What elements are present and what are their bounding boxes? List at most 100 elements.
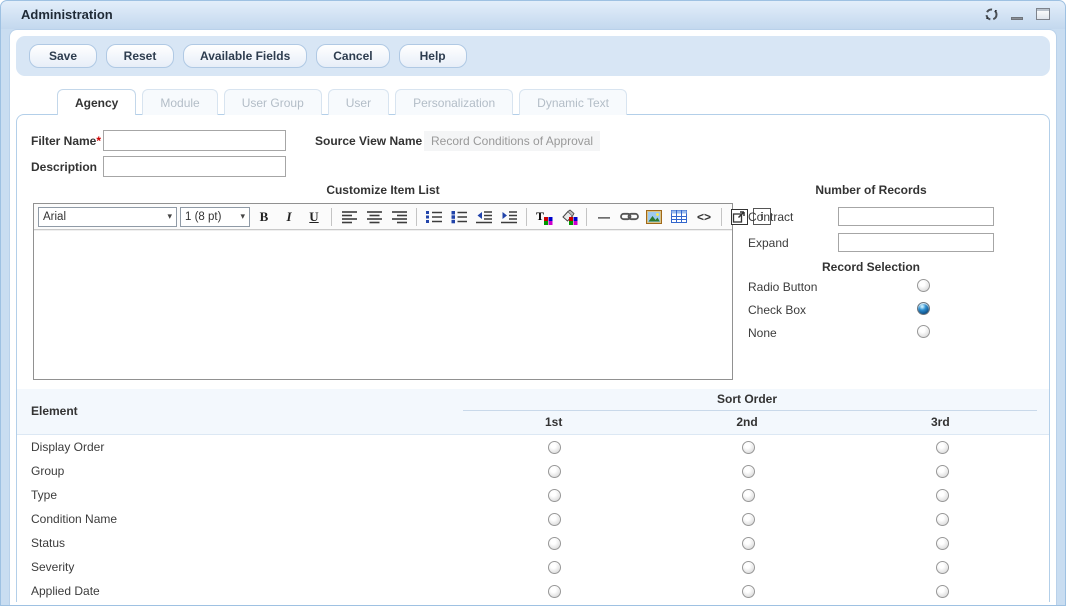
main-panel: Save Reset Available Fields Cancel Help …	[9, 29, 1057, 605]
check-box-option-radio[interactable]	[917, 302, 930, 315]
expand-label: Expand	[748, 236, 789, 250]
row-label: Severity	[17, 560, 457, 574]
align-center-button[interactable]	[363, 206, 385, 227]
minimize-icon[interactable]	[1009, 6, 1025, 22]
outdent-button[interactable]	[473, 206, 495, 227]
table-row: Applied Date	[17, 579, 1049, 603]
save-button[interactable]: Save	[29, 44, 97, 68]
none-option-radio[interactable]	[917, 325, 930, 338]
popup-editor-button[interactable]	[728, 206, 750, 227]
bold-button[interactable]: B	[253, 206, 275, 227]
sort-radio[interactable]	[936, 489, 949, 502]
contract-input[interactable]	[838, 207, 994, 226]
sort-radio[interactable]	[742, 465, 755, 478]
sort-radio[interactable]	[936, 465, 949, 478]
sort-radio[interactable]	[936, 513, 949, 526]
ordered-list-button[interactable]	[423, 206, 445, 227]
align-right-button[interactable]	[388, 206, 410, 227]
window-title: Administration	[21, 7, 113, 22]
check-box-option-label: Check Box	[748, 303, 806, 317]
image-button[interactable]	[643, 206, 665, 227]
radio-button-option-radio[interactable]	[917, 279, 930, 292]
sort-radio[interactable]	[742, 441, 755, 454]
column-header-3rd: 3rd	[844, 415, 1037, 429]
horizontal-rule-button[interactable]: —	[593, 206, 615, 227]
html-source-button[interactable]: <>	[693, 206, 715, 227]
editor-toolbar: Arial▾ 1 (8 pt)▾ B I U	[34, 204, 732, 230]
sort-radio[interactable]	[936, 585, 949, 598]
highlight-color-button[interactable]	[558, 206, 580, 227]
unordered-list-button[interactable]	[448, 206, 470, 227]
sort-table-header: Element Sort Order 1st 2nd 3rd	[17, 389, 1049, 435]
sort-radio[interactable]	[742, 489, 755, 502]
filter-name-label: Filter Name*	[31, 134, 101, 148]
filter-name-input[interactable]	[103, 130, 286, 151]
tab-personalization[interactable]: Personalization	[395, 89, 513, 115]
sort-radio[interactable]	[548, 585, 561, 598]
tab-user[interactable]: User	[328, 89, 389, 115]
reset-button[interactable]: Reset	[106, 44, 174, 68]
font-size-select[interactable]: 1 (8 pt)▾	[180, 207, 250, 227]
administration-window: Administration Save Reset Available Fiel…	[0, 0, 1066, 606]
font-family-select[interactable]: Arial▾	[38, 207, 177, 227]
editor-content-area[interactable]	[34, 230, 732, 379]
element-column-header: Element	[31, 404, 78, 418]
sort-radio[interactable]	[936, 561, 949, 574]
description-input[interactable]	[103, 156, 286, 177]
maximize-icon[interactable]	[1035, 6, 1051, 22]
source-view-name-value: Record Conditions of Approval	[424, 131, 600, 151]
sort-radio[interactable]	[742, 537, 755, 550]
tab-dynamic-text[interactable]: Dynamic Text	[519, 89, 627, 115]
sort-radio[interactable]	[742, 585, 755, 598]
row-label: Condition Name	[17, 512, 457, 526]
sort-radio[interactable]	[548, 537, 561, 550]
table-row: Condition Name	[17, 507, 1049, 531]
italic-button[interactable]: I	[278, 206, 300, 227]
description-label: Description	[31, 160, 97, 174]
sort-radio[interactable]	[742, 513, 755, 526]
sort-radio[interactable]	[936, 537, 949, 550]
chevron-down-icon: ▾	[167, 211, 172, 222]
none-option-label: None	[748, 326, 777, 340]
expand-input[interactable]	[838, 233, 994, 252]
number-of-records-heading: Number of Records	[748, 183, 994, 197]
table-row: Group	[17, 459, 1049, 483]
toolbar-separator	[526, 208, 527, 226]
insert-table-button[interactable]	[668, 206, 690, 227]
chevron-down-icon: ▾	[240, 211, 245, 222]
cancel-button[interactable]: Cancel	[316, 44, 389, 68]
record-selection-option: Check Box	[748, 303, 1008, 317]
tab-agency[interactable]: Agency	[57, 89, 136, 115]
tab-module[interactable]: Module	[142, 89, 217, 115]
window-controls	[983, 6, 1051, 22]
table-row: Type	[17, 483, 1049, 507]
indent-button[interactable]	[498, 206, 520, 227]
record-selection-option: None	[748, 326, 1008, 340]
sort-radio[interactable]	[548, 441, 561, 454]
toolbar-separator	[416, 208, 417, 226]
sort-radio[interactable]	[548, 465, 561, 478]
column-header-1st: 1st	[457, 415, 650, 429]
sort-radio[interactable]	[548, 513, 561, 526]
align-left-button[interactable]	[338, 206, 360, 227]
header-divider	[463, 410, 1037, 411]
number-of-records-section: Number of Records Contract Expand Record…	[748, 183, 1008, 197]
sort-radio[interactable]	[936, 441, 949, 454]
row-label: Status	[17, 536, 457, 550]
row-label: Display Order	[17, 440, 457, 454]
toolbar-separator	[331, 208, 332, 226]
sort-radio[interactable]	[742, 561, 755, 574]
text-color-button[interactable]: T	[533, 206, 555, 227]
title-bar: Administration	[1, 1, 1065, 29]
link-button[interactable]	[618, 206, 640, 227]
column-header-2nd: 2nd	[650, 415, 843, 429]
available-fields-button[interactable]: Available Fields	[183, 44, 307, 68]
source-view-name-label: Source View Name	[315, 134, 422, 148]
refresh-icon[interactable]	[983, 6, 999, 22]
sort-radio[interactable]	[548, 489, 561, 502]
sort-radio[interactable]	[548, 561, 561, 574]
customize-item-list-heading: Customize Item List	[33, 183, 733, 197]
help-button[interactable]: Help	[399, 44, 467, 68]
tab-user-group[interactable]: User Group	[224, 89, 322, 115]
underline-button[interactable]: U	[303, 206, 325, 227]
